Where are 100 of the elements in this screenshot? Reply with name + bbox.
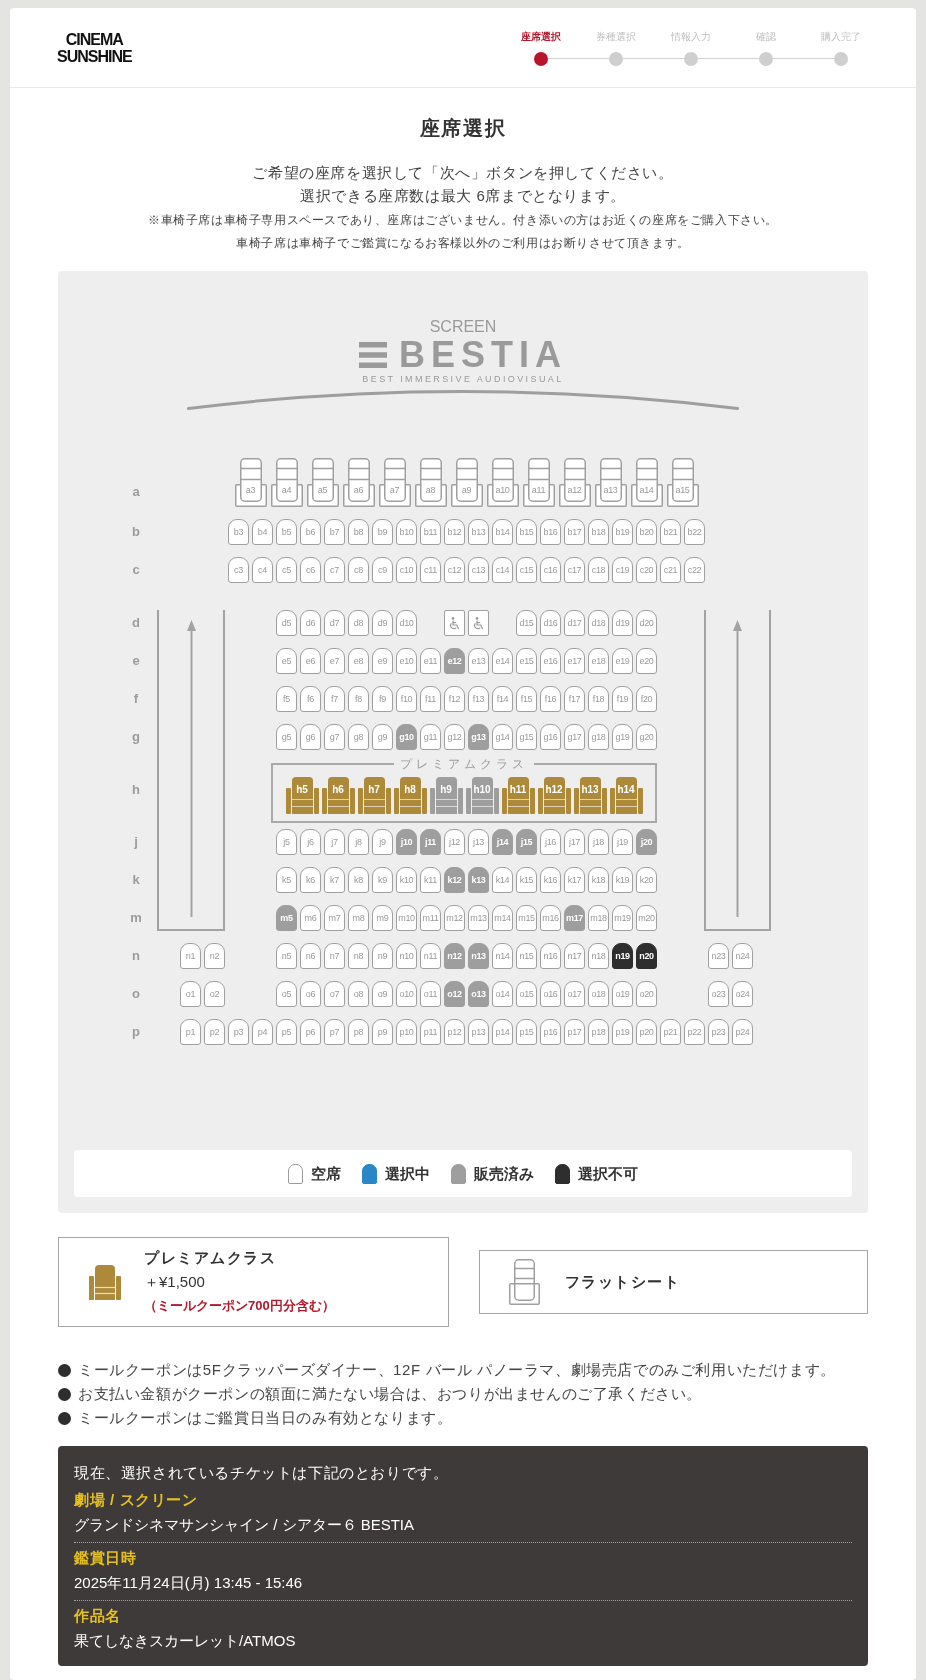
seat[interactable]: p24: [732, 1019, 753, 1045]
seat[interactable]: k14: [492, 867, 513, 893]
seat[interactable]: c11: [420, 557, 441, 583]
seat[interactable]: c12: [444, 557, 465, 583]
seat[interactable]: p6: [300, 1019, 321, 1045]
seat[interactable]: c16: [540, 557, 561, 583]
seat[interactable]: j15: [516, 829, 537, 855]
seat[interactable]: m16: [540, 905, 561, 931]
seat[interactable]: m19: [612, 905, 633, 931]
seat[interactable]: p8: [348, 1019, 369, 1045]
seat[interactable]: e19: [612, 648, 633, 674]
seat[interactable]: k7: [324, 867, 345, 893]
seat[interactable]: e14: [492, 648, 513, 674]
seat[interactable]: n13: [468, 943, 489, 969]
seat[interactable]: f17: [564, 686, 585, 712]
seat[interactable]: g19: [612, 724, 633, 750]
seat[interactable]: j17: [564, 829, 585, 855]
seat[interactable]: c21: [660, 557, 681, 583]
seat[interactable]: k20: [636, 867, 657, 893]
seat[interactable]: e15: [516, 648, 537, 674]
seat[interactable]: f14: [492, 686, 513, 712]
seat[interactable]: c4: [252, 557, 273, 583]
seat[interactable]: p12: [444, 1019, 465, 1045]
seat[interactable]: n14: [492, 943, 513, 969]
seat[interactable]: n7: [324, 943, 345, 969]
seat[interactable]: n10: [396, 943, 417, 969]
seat[interactable]: o16: [540, 981, 561, 1007]
seat[interactable]: b8: [348, 519, 369, 545]
seat[interactable]: d6: [300, 610, 321, 636]
seat[interactable]: n1: [180, 943, 201, 969]
seat[interactable]: b19: [612, 519, 633, 545]
seat[interactable]: p21: [660, 1019, 681, 1045]
seat[interactable]: k13: [468, 867, 489, 893]
seat[interactable]: m17: [564, 905, 585, 931]
seat[interactable]: j16: [540, 829, 561, 855]
seat[interactable]: p4: [252, 1019, 273, 1045]
seat[interactable]: k6: [300, 867, 321, 893]
seat[interactable]: o2: [204, 981, 225, 1007]
seat[interactable]: k9: [372, 867, 393, 893]
seat[interactable]: o19: [612, 981, 633, 1007]
seat[interactable]: b20: [636, 519, 657, 545]
seat[interactable]: m18: [588, 905, 609, 931]
seat[interactable]: g5: [276, 724, 297, 750]
seat[interactable]: p23: [708, 1019, 729, 1045]
seat[interactable]: j18: [588, 829, 609, 855]
seat[interactable]: b6: [300, 519, 321, 545]
seat[interactable]: j10: [396, 829, 417, 855]
seat[interactable]: c6: [300, 557, 321, 583]
seat[interactable]: n12: [444, 943, 465, 969]
seat[interactable]: p5: [276, 1019, 297, 1045]
seat[interactable]: m12: [444, 905, 465, 931]
seat[interactable]: p19: [612, 1019, 633, 1045]
seat[interactable]: f8: [348, 686, 369, 712]
seat[interactable]: o8: [348, 981, 369, 1007]
seat[interactable]: m8: [348, 905, 369, 931]
seat[interactable]: o17: [564, 981, 585, 1007]
seat[interactable]: d15: [516, 610, 537, 636]
seat[interactable]: j14: [492, 829, 513, 855]
seat[interactable]: e10: [396, 648, 417, 674]
seat[interactable]: g14: [492, 724, 513, 750]
seat[interactable]: p3: [228, 1019, 249, 1045]
seat[interactable]: g6: [300, 724, 321, 750]
seat[interactable]: f12: [444, 686, 465, 712]
seat[interactable]: e16: [540, 648, 561, 674]
seat[interactable]: f9: [372, 686, 393, 712]
seat[interactable]: d20: [636, 610, 657, 636]
seat[interactable]: g18: [588, 724, 609, 750]
seat[interactable]: k8: [348, 867, 369, 893]
seat[interactable]: c17: [564, 557, 585, 583]
seat[interactable]: n11: [420, 943, 441, 969]
seat[interactable]: b4: [252, 519, 273, 545]
seat[interactable]: c14: [492, 557, 513, 583]
seat[interactable]: n19: [612, 943, 633, 969]
seat[interactable]: p22: [684, 1019, 705, 1045]
seat[interactable]: f6: [300, 686, 321, 712]
seat[interactable]: p20: [636, 1019, 657, 1045]
seat[interactable]: j7: [324, 829, 345, 855]
seat[interactable]: b9: [372, 519, 393, 545]
seat[interactable]: c15: [516, 557, 537, 583]
seat[interactable]: p1: [180, 1019, 201, 1045]
seat[interactable]: g12: [444, 724, 465, 750]
seat[interactable]: n5: [276, 943, 297, 969]
seat[interactable]: b5: [276, 519, 297, 545]
seat[interactable]: d10: [396, 610, 417, 636]
seat[interactable]: m7: [324, 905, 345, 931]
seat[interactable]: g9: [372, 724, 393, 750]
seat[interactable]: c20: [636, 557, 657, 583]
seat[interactable]: g10: [396, 724, 417, 750]
seat[interactable]: o15: [516, 981, 537, 1007]
seat[interactable]: j5: [276, 829, 297, 855]
seat[interactable]: o14: [492, 981, 513, 1007]
seat[interactable]: o1: [180, 981, 201, 1007]
seat[interactable]: b3: [228, 519, 249, 545]
seat[interactable]: g16: [540, 724, 561, 750]
seat[interactable]: o10: [396, 981, 417, 1007]
seat[interactable]: c19: [612, 557, 633, 583]
seat[interactable]: b7: [324, 519, 345, 545]
seat[interactable]: f11: [420, 686, 441, 712]
seat[interactable]: j8: [348, 829, 369, 855]
seat[interactable]: b22: [684, 519, 705, 545]
